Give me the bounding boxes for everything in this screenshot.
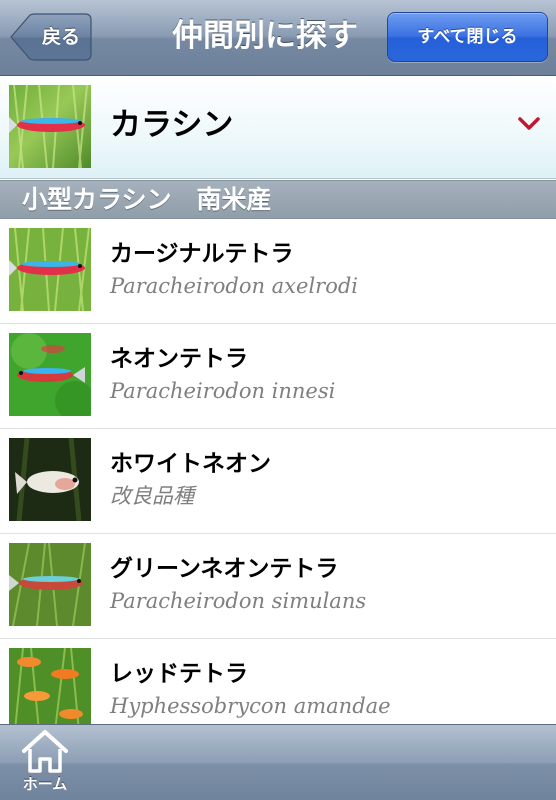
fish-scientific-name: Paracheirodon innesi <box>110 379 336 403</box>
category-row-characin[interactable]: カラシン <box>0 76 556 179</box>
fish-name: ネオンテトラ <box>110 346 248 372</box>
close-all-button[interactable]: すべて閉じる <box>387 12 548 62</box>
fish-scientific-name: Hyphessobrycon amandae <box>110 694 391 718</box>
category-label: カラシン <box>110 107 234 143</box>
home-icon <box>22 730 68 773</box>
fish-name: グリーンネオンテトラ <box>110 556 339 582</box>
navigation-bar: 戻る 仲間別に探す すべて閉じる <box>0 0 556 76</box>
list-item[interactable]: ホワイトネオン 改良品種 <box>0 429 556 534</box>
section-header: 小型カラシン 南米産 <box>0 180 556 219</box>
chevron-down-icon[interactable] <box>518 117 540 131</box>
list-item[interactable]: カージナルテトラ Paracheirodon axelrodi <box>0 219 556 324</box>
fish-name: レッドテトラ <box>110 661 248 687</box>
fish-name: カージナルテトラ <box>110 241 294 267</box>
fish-scientific-name: 改良品種 <box>110 484 194 508</box>
list-item[interactable]: レッドテトラ Hyphessobrycon amandae <box>0 639 556 724</box>
fish-photo <box>9 438 91 521</box>
list-item[interactable]: グリーンネオンテトラ Paracheirodon simulans <box>0 534 556 639</box>
fish-photo <box>9 648 91 724</box>
category-thumbnail <box>9 85 91 168</box>
fish-photo <box>9 228 91 311</box>
back-button[interactable]: 戻る <box>10 13 92 61</box>
page-title: 仲間別に探す <box>172 18 358 54</box>
fish-scientific-name: Paracheirodon simulans <box>110 589 367 613</box>
list-item[interactable]: ネオンテトラ Paracheirodon innesi <box>0 324 556 429</box>
back-button-label: 戻る <box>41 26 80 48</box>
fish-photo <box>9 333 91 416</box>
bottom-toolbar: ホーム <box>0 724 556 800</box>
fish-photo <box>9 543 91 626</box>
section-header-label: 小型カラシン 南米産 <box>22 185 272 214</box>
fish-list: カージナルテトラ Paracheirodon axelrodi ネオンテトラ P… <box>0 219 556 724</box>
fish-scientific-name: Paracheirodon axelrodi <box>110 274 359 298</box>
home-button-label: ホーム <box>22 775 68 793</box>
fish-name: ホワイトネオン <box>110 451 271 477</box>
home-button[interactable]: ホーム <box>14 729 76 797</box>
